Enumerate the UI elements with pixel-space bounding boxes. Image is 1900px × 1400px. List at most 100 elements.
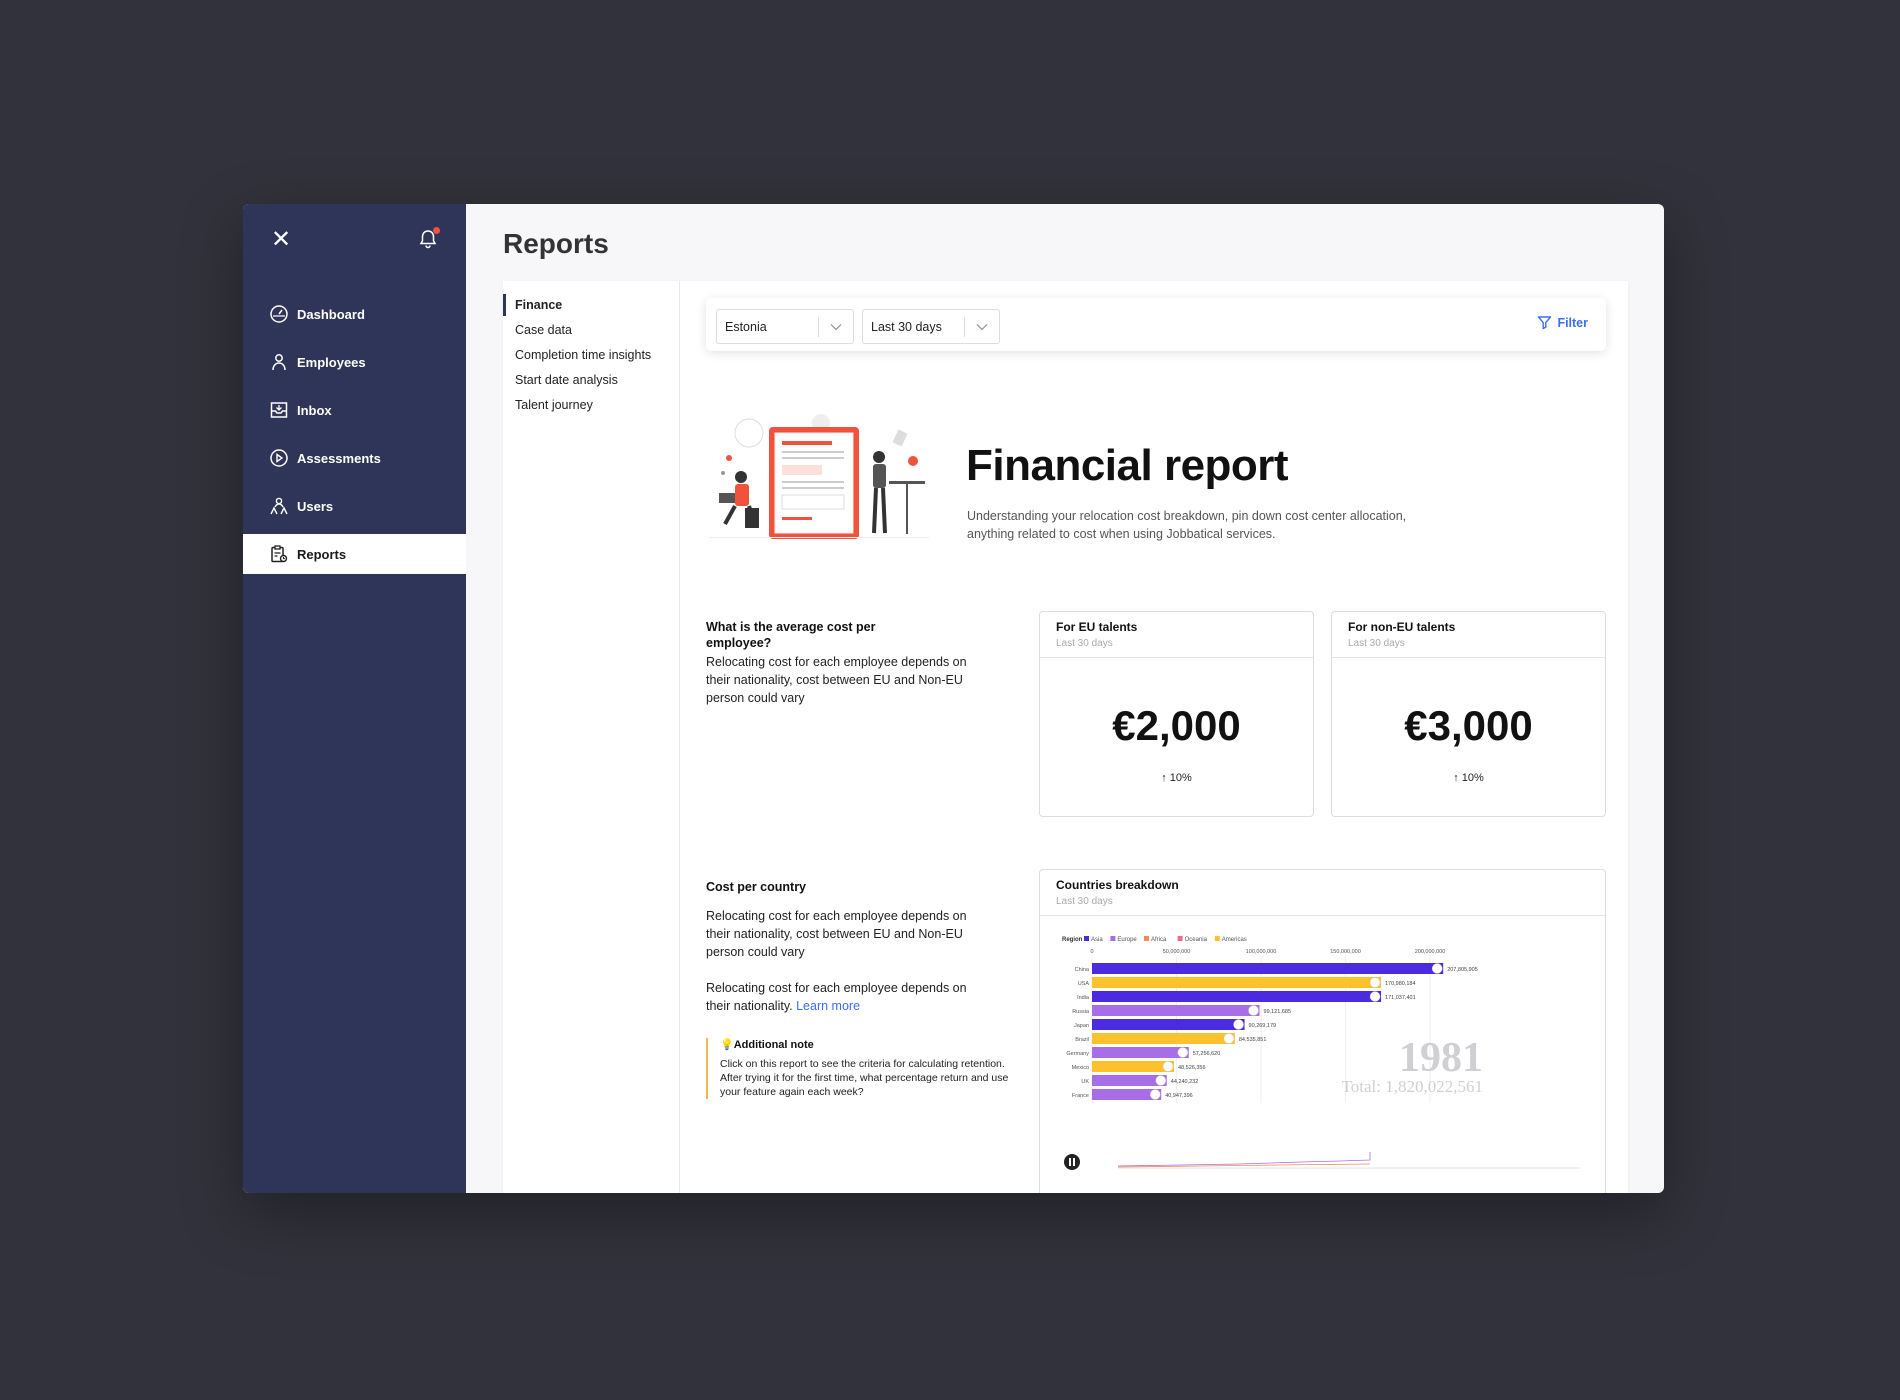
- legend-title: Region: [1062, 937, 1083, 943]
- value-label: 170,980,184: [1385, 981, 1416, 987]
- flag-icon: [1233, 1019, 1244, 1030]
- country-select-value: Estonia: [725, 319, 767, 334]
- sidebar-item-reports[interactable]: Reports: [243, 534, 466, 574]
- countries-breakdown-card: Countries breakdown Last 30 days Region A…: [1039, 869, 1606, 1193]
- category-label: France: [1072, 1093, 1089, 1099]
- flag-icon: [1149, 1089, 1161, 1100]
- play-circle-icon: [270, 449, 288, 467]
- x-tick-label: 150,000,000: [1330, 949, 1361, 955]
- sidebar-item-label: Users: [297, 498, 334, 514]
- card-subtitle: Last 30 days: [1056, 896, 1113, 907]
- sidebar-nav: Dashboard Employees Inbox Assessments Us…: [243, 294, 466, 574]
- flag-icon: [1155, 1075, 1167, 1086]
- value-label: 40,947,396: [1165, 1093, 1193, 1099]
- legend-entry: Europe: [1117, 937, 1137, 943]
- flag-icon: [1369, 991, 1381, 1002]
- category-label: Japan: [1074, 1023, 1089, 1029]
- pause-icon: [1069, 1158, 1071, 1166]
- filter-icon: [1538, 316, 1552, 330]
- close-icon[interactable]: ✕: [269, 228, 293, 252]
- bar: [1092, 1047, 1189, 1058]
- value-label: 44,240,232: [1171, 1079, 1199, 1085]
- sidebar-item-label: Employees: [297, 354, 366, 370]
- sidebar-item-label: Inbox: [297, 402, 332, 418]
- legend-swatch: [1144, 936, 1149, 941]
- chevron-down-icon: [819, 323, 853, 331]
- report-title: Financial report: [966, 441, 1289, 490]
- sidebar-item-users[interactable]: Users: [243, 486, 466, 526]
- report-subnav: Finance Case data Completion time insigh…: [503, 281, 680, 1193]
- category-label: Brazil: [1075, 1037, 1089, 1043]
- country-select[interactable]: Estonia: [716, 309, 854, 344]
- legend-entry: Asia: [1091, 937, 1103, 943]
- avg-cost-question: What is the average cost per employee?: [706, 620, 876, 650]
- sidebar-item-dashboard[interactable]: Dashboard: [243, 294, 466, 334]
- subnav-item-talent-journey[interactable]: Talent journey: [503, 394, 679, 416]
- users-icon: [270, 497, 288, 515]
- subnav-item-start-date[interactable]: Start date analysis: [503, 369, 679, 391]
- value-label: 99,121,685: [1264, 1009, 1292, 1015]
- value-label: 90,269,179: [1249, 1023, 1277, 1029]
- flag-icon: [1223, 1033, 1235, 1044]
- period-select-value: Last 30 days: [871, 319, 942, 334]
- flag-icon: [1177, 1047, 1189, 1058]
- countries-bar-chart: Region Asia Europe Africa Oceania Americas 0 50…: [1062, 936, 1580, 1170]
- sidebar-item-assessments[interactable]: Assessments: [243, 438, 466, 478]
- pause-icon: [1073, 1158, 1075, 1166]
- filter-bar: Estonia Last 30 days Filter: [706, 298, 1606, 351]
- filter-button-label: Filter: [1557, 315, 1588, 330]
- legend-entry: Africa: [1151, 937, 1167, 943]
- subnav-item-case-data[interactable]: Case data: [503, 319, 679, 341]
- card-subtitle: Last 30 days: [1056, 638, 1113, 649]
- bar: [1092, 1033, 1235, 1044]
- country-cost-body-2: Relocating cost for each employee depend…: [706, 979, 986, 1015]
- eu-cost-value: €2,000: [1112, 702, 1241, 749]
- non-eu-cost-card: For non-EU talents Last 30 days €3,000 ↑…: [1331, 611, 1606, 817]
- legend-entry: Americas: [1222, 937, 1247, 943]
- sidebar-item-inbox[interactable]: Inbox: [243, 390, 466, 430]
- learn-more-link[interactable]: Learn more: [796, 999, 860, 1013]
- bar: [1092, 1061, 1175, 1072]
- sidebar-item-label: Assessments: [297, 450, 381, 466]
- card-title: For non-EU talents: [1348, 620, 1456, 634]
- bar: [1092, 991, 1382, 1002]
- category-label: India: [1077, 995, 1090, 1001]
- flag-icon: [1162, 1061, 1174, 1072]
- filter-button[interactable]: Filter: [1537, 315, 1588, 330]
- inbox-icon: [270, 402, 288, 418]
- report-description: Understanding your relocation cost break…: [967, 509, 1407, 541]
- period-select[interactable]: Last 30 days: [862, 309, 1000, 344]
- non-eu-cost-value: €3,000: [1404, 702, 1533, 749]
- sidebar: ✕ Dashboard Employees Inbox Assessments: [243, 204, 466, 1193]
- clipboard-icon: [271, 545, 288, 563]
- dashboard-icon: [270, 305, 288, 323]
- note-title: 💡Additional note: [720, 1039, 814, 1051]
- sidebar-item-label: Reports: [297, 546, 347, 562]
- category-label: China: [1075, 967, 1090, 973]
- bar: [1092, 963, 1444, 974]
- eu-cost-card: For EU talents Last 30 days €2,000 ↑ 10%: [1039, 611, 1314, 817]
- chevron-down-icon: [965, 323, 999, 331]
- eu-cost-trend: ↑ 10%: [1161, 772, 1192, 784]
- sidebar-item-employees[interactable]: Employees: [243, 342, 466, 382]
- category-label: Russia: [1072, 1009, 1090, 1015]
- legend-swatch: [1177, 936, 1183, 941]
- report-panel: Finance Case data Completion time insigh…: [503, 281, 1628, 1193]
- person-icon: [272, 354, 286, 371]
- value-label: 171,037,401: [1385, 995, 1416, 1001]
- category-label: USA: [1078, 981, 1090, 987]
- subnav-item-completion-time[interactable]: Completion time insights: [503, 344, 679, 366]
- category-label: Mexico: [1072, 1065, 1089, 1071]
- flag-icon: [1248, 1005, 1259, 1016]
- total-label: Total: 1,820,022,561: [1342, 1077, 1483, 1096]
- category-label: UK: [1081, 1079, 1089, 1085]
- notification-dot: [433, 227, 440, 234]
- legend-entry: Oceania: [1185, 937, 1208, 943]
- country-cost-body: Relocating cost for each employee depend…: [706, 909, 967, 959]
- category-label: Germany: [1066, 1051, 1089, 1057]
- subnav-item-finance[interactable]: Finance: [503, 294, 679, 316]
- value-label: 207,805,905: [1447, 967, 1478, 973]
- notification-bell-icon[interactable]: [413, 224, 443, 254]
- timeline-line: [1117, 1152, 1371, 1167]
- year-label: 1981: [1399, 1035, 1483, 1081]
